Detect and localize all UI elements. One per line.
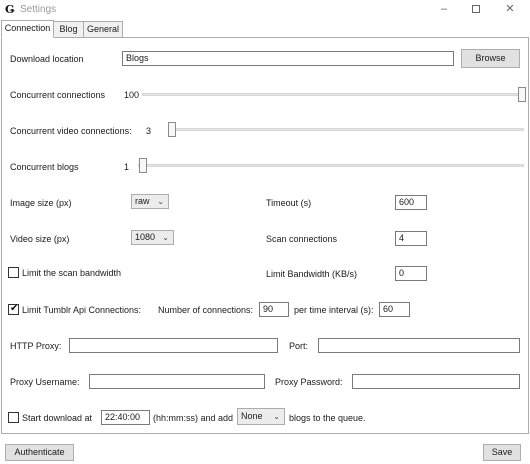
proxy-password-label: Proxy Password: <box>275 377 343 387</box>
limit-tumblr-api-checkbox[interactable] <box>8 303 19 315</box>
limit-scan-bandwidth-checkbox[interactable] <box>8 267 19 278</box>
window-title: Settings <box>20 4 57 15</box>
start-download-time-input[interactable]: 22:40:00 <box>101 410 150 425</box>
timeout-input[interactable]: 600 <box>395 195 427 210</box>
tab-connection[interactable]: Connection <box>1 20 54 38</box>
number-of-connections-input[interactable]: 90 <box>259 302 289 317</box>
limit-bandwidth-label: Limit Bandwidth (KB/s) <box>266 269 358 279</box>
maximize-icon <box>472 5 480 13</box>
proxy-password-input[interactable] <box>352 374 520 389</box>
image-size-value: raw <box>135 196 150 206</box>
concurrent-video-connections-label: Concurrent video connections: <box>10 126 132 136</box>
chevron-down-icon: ⌄ <box>162 233 169 242</box>
close-button[interactable]: ✕ <box>494 0 526 20</box>
concurrent-blogs-thumb[interactable] <box>139 158 147 173</box>
limit-bandwidth-input[interactable]: 0 <box>395 266 427 281</box>
browse-button[interactable]: Browse <box>461 49 520 68</box>
time-interval-label: per time interval (s): <box>294 305 374 315</box>
concurrent-blogs-label: Concurrent blogs <box>10 162 79 172</box>
concurrent-blogs-value: 1 <box>124 162 130 172</box>
scan-connections-label: Scan connections <box>266 234 338 244</box>
video-size-value: 1080 <box>135 232 156 242</box>
image-size-label: Image size (px) <box>10 198 72 208</box>
proxy-username-input[interactable] <box>89 374 265 389</box>
start-download-label: Start download at <box>22 413 93 423</box>
concurrent-blogs-slider[interactable] <box>138 164 524 167</box>
download-location-label: Download location <box>10 54 84 64</box>
concurrent-connections-thumb[interactable] <box>518 87 526 102</box>
queue-count-select[interactable]: None ⌄ <box>237 408 285 425</box>
concurrent-connections-label: Concurrent connections <box>10 90 106 100</box>
concurrent-connections-value: 100 <box>124 90 140 100</box>
maximize-button[interactable] <box>460 0 492 20</box>
video-size-select[interactable]: 1080 ⌄ <box>131 230 174 245</box>
minimize-button[interactable]: – <box>428 0 460 20</box>
timeout-label: Timeout (s) <box>266 198 312 208</box>
video-size-label: Video size (px) <box>10 234 70 244</box>
title-bar: Ǥ Settings – ✕ <box>0 0 530 20</box>
limit-tumblr-api-label: Limit Tumblr Api Connections: <box>22 305 142 315</box>
concurrent-video-connections-value: 3 <box>146 126 152 136</box>
limit-scan-bandwidth-label: Limit the scan bandwidth <box>22 268 122 278</box>
port-input[interactable] <box>318 338 520 353</box>
http-proxy-label: HTTP Proxy: <box>10 341 62 351</box>
number-of-connections-label: Number of connections: <box>158 305 254 315</box>
image-size-select[interactable]: raw ⌄ <box>131 194 169 209</box>
start-download-hint: (hh:mm:ss) and add <box>153 413 234 423</box>
concurrent-video-connections-slider[interactable] <box>168 128 524 131</box>
chevron-down-icon: ⌄ <box>157 197 164 206</box>
start-download-checkbox[interactable] <box>8 412 19 423</box>
tab-general[interactable]: General <box>83 21 123 38</box>
chevron-down-icon: ⌄ <box>273 412 280 421</box>
app-icon: Ǥ <box>5 3 15 16</box>
concurrent-connections-slider[interactable] <box>142 93 524 96</box>
save-button[interactable]: Save <box>483 444 521 461</box>
download-location-input[interactable]: Blogs <box>122 51 454 66</box>
scan-connections-input[interactable]: 4 <box>395 231 427 246</box>
authenticate-button[interactable]: Authenticate <box>5 444 74 461</box>
http-proxy-input[interactable] <box>69 338 278 353</box>
start-download-suffix: blogs to the queue. <box>289 413 366 423</box>
queue-count-value: None <box>241 411 263 421</box>
port-label: Port: <box>289 341 309 351</box>
concurrent-video-connections-thumb[interactable] <box>168 122 176 137</box>
time-interval-input[interactable]: 60 <box>379 302 410 317</box>
proxy-username-label: Proxy Username: <box>10 377 80 387</box>
tab-blog[interactable]: Blog <box>53 21 84 38</box>
